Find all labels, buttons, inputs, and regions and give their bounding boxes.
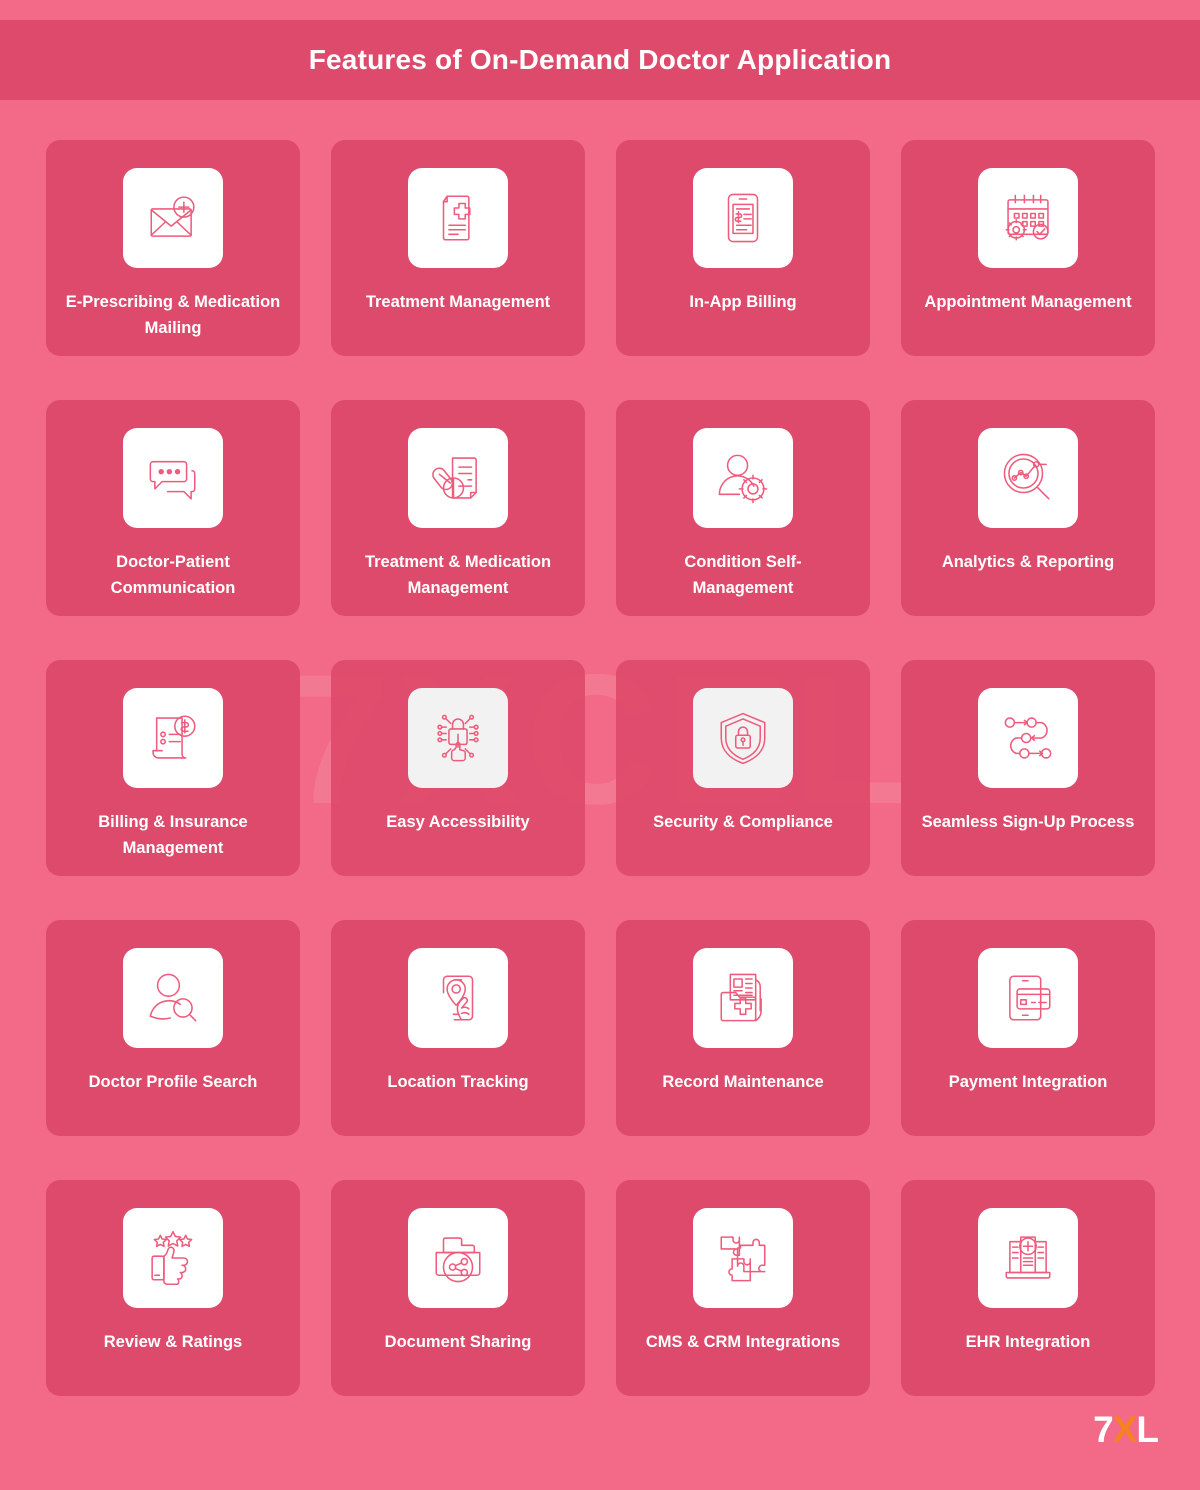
icon-tile [693, 168, 793, 268]
feature-card[interactable]: Condition Self-Management [616, 400, 870, 616]
feature-card[interactable]: Record Maintenance [616, 920, 870, 1136]
logo-part-l: L [1136, 1409, 1159, 1450]
icon-tile [123, 168, 223, 268]
icon-tile [693, 428, 793, 528]
feature-card[interactable]: Review & Ratings [46, 1180, 300, 1396]
icon-tile [408, 948, 508, 1048]
icon-tile [408, 168, 508, 268]
phone-invoice-icon [727, 193, 759, 243]
feature-label: Location Tracking [387, 1073, 529, 1091]
feature-card[interactable]: Billing & Insurance Management [46, 660, 300, 876]
invoice-dollar-icon [152, 715, 196, 759]
header-band: Features of On-Demand Doctor Application [0, 20, 1200, 100]
feature-label: CMS & CRM Integrations [645, 1333, 841, 1351]
feature-grid: E-Prescribing & Medication Mailing Treat… [46, 140, 1155, 1396]
feature-card[interactable]: Doctor Profile Search [46, 920, 300, 1136]
feature-label: Treatment & Medication Management [364, 553, 552, 597]
feature-label: Billing & Insurance Management [98, 813, 248, 857]
feature-label: Review & Ratings [103, 1333, 243, 1351]
prescription-pills-icon [432, 457, 477, 499]
page-title: Features of On-Demand Doctor Application [308, 44, 892, 75]
feature-card[interactable]: Location Tracking [331, 920, 585, 1136]
feature-card[interactable]: CMS & CRM Integrations [616, 1180, 870, 1396]
feature-card[interactable]: E-Prescribing & Medication Mailing [46, 140, 300, 356]
calendar-gear-check-icon [1005, 194, 1049, 241]
person-search-icon [149, 973, 197, 1022]
feature-card[interactable]: Payment Integration [901, 920, 1155, 1136]
feature-label: Appointment Management [924, 293, 1132, 311]
feature-card[interactable]: Seamless Sign-Up Process [901, 660, 1155, 876]
feature-card[interactable]: EHR Integration [901, 1180, 1155, 1396]
icon-tile [693, 1208, 793, 1308]
icon-tile [123, 948, 223, 1048]
icon-tile [978, 688, 1078, 788]
brand-logo: 7XL [1093, 1409, 1159, 1450]
icon-tile [408, 1208, 508, 1308]
feature-label: Easy Accessibility [386, 813, 530, 831]
feature-label: Condition Self-Management [684, 553, 802, 597]
icon-tile [978, 948, 1078, 1048]
feature-card[interactable]: Analytics & Reporting [901, 400, 1155, 616]
icon-tile [123, 428, 223, 528]
feature-label: Document Sharing [384, 1333, 532, 1351]
puzzle-pieces-icon [720, 1236, 766, 1282]
feature-label: E-Prescribing & Medication Mailing [65, 293, 281, 337]
icon-tile [978, 1208, 1078, 1308]
logo-part-x: X [1112, 1409, 1138, 1450]
chat-bubbles-icon [149, 460, 196, 500]
feature-label: Treatment Management [365, 293, 551, 311]
feature-label: Payment Integration [948, 1073, 1108, 1091]
thumbs-up-stars-icon [151, 1230, 193, 1286]
feature-label: Doctor Profile Search [88, 1073, 258, 1091]
medical-document-icon [442, 195, 471, 241]
envelope-medical-icon [150, 196, 195, 237]
icon-tile [408, 688, 508, 788]
feature-card[interactable]: Doctor-Patient Communication [46, 400, 300, 616]
lock-circuit-touch-icon [437, 714, 479, 762]
magnifier-chart-icon [1003, 453, 1050, 500]
icon-tile [978, 428, 1078, 528]
logo-part-7: 7 [1093, 1409, 1114, 1450]
feature-label: In-App Billing [689, 293, 797, 311]
person-gear-icon [718, 454, 768, 504]
shield-lock-icon [720, 712, 766, 765]
icon-tile [123, 688, 223, 788]
icon-tile [123, 1208, 223, 1308]
medical-folder-record-icon [720, 973, 762, 1022]
process-flow-icon [1004, 717, 1052, 759]
feature-label: Security & Compliance [653, 813, 833, 831]
feature-label: Record Maintenance [662, 1073, 824, 1091]
feature-card[interactable]: In-App Billing [616, 140, 870, 356]
feature-card[interactable]: Security & Compliance [616, 660, 870, 876]
icon-tile [408, 428, 508, 528]
icon-tile [693, 948, 793, 1048]
feature-label: EHR Integration [965, 1333, 1091, 1351]
folder-share-icon [435, 1237, 481, 1283]
feature-card[interactable]: Easy Accessibility [331, 660, 585, 876]
feature-label: Analytics & Reporting [941, 553, 1115, 571]
hospital-record-icon [1005, 1236, 1051, 1279]
feature-card: Appointment Management [901, 140, 1155, 356]
icon-tile [978, 168, 1078, 268]
icon-tile [693, 688, 793, 788]
feature-label: Doctor-Patient Communication [110, 553, 236, 597]
feature-card[interactable]: Treatment Management [331, 140, 585, 356]
feature-label: Seamless Sign-Up Process [921, 813, 1135, 831]
feature-card[interactable]: Document Sharing [331, 1180, 585, 1396]
feature-card[interactable]: Treatment & Medication Management [331, 400, 585, 616]
phone-location-pin-icon [442, 975, 474, 1021]
phone-credit-card-icon [1009, 975, 1051, 1021]
